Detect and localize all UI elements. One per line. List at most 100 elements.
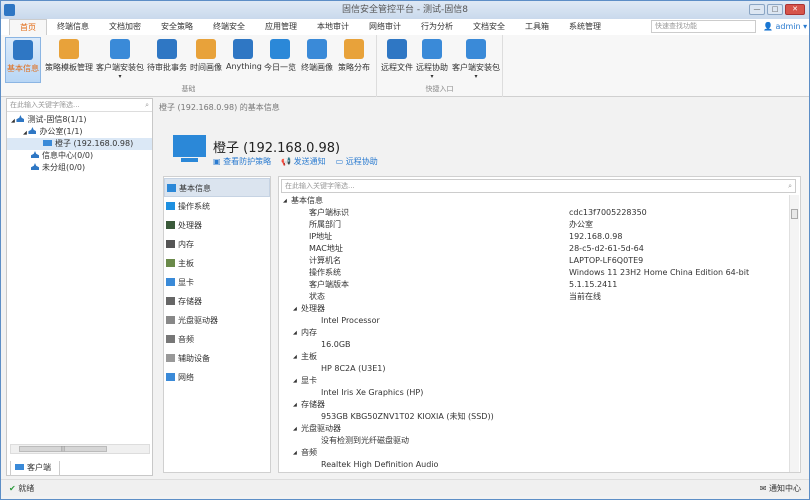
expand-arrow-icon[interactable]: ◢ [293,399,297,411]
expand-arrow-icon[interactable]: ◢ [293,327,297,339]
ribbon-button-0-2[interactable]: 客户端安装包 ▾ [95,37,145,83]
horizontal-scrollbar[interactable]: ||| [10,444,150,454]
node-label: 信息中心(0/0) [42,151,94,160]
button-label: 策略模板管理 [45,63,93,72]
property-row: 953GB KBG50ZNV1T02 KIOXIA (未知 (SSD)) [283,411,788,423]
quick-search-input[interactable]: 快速查找功能 [651,20,756,33]
chevron-down-icon: ▾ [430,73,434,80]
tree-search-input[interactable]: 在此输入关键字筛选... ⌕ [7,99,152,112]
tab-9[interactable]: 文档安全 [463,19,515,35]
view-policy-link[interactable]: ▣ 查看防护策略 [213,156,271,167]
property-key: 计算机名 [309,256,341,265]
ribbon-button-0-3[interactable]: 待审批事务 [147,37,187,83]
tab-10[interactable]: 工具箱 [515,19,559,35]
vertical-scrollbar[interactable] [789,195,799,472]
tree-node[interactable]: 未分组(0/0) [7,162,152,174]
expand-arrow-icon[interactable]: ◢ [293,375,297,387]
tab-8[interactable]: 行为分析 [411,19,463,35]
tree-node[interactable]: 信息中心(0/0) [7,150,152,162]
tab-5[interactable]: 应用管理 [255,19,307,35]
expand-arrow-icon[interactable]: ◢ [11,118,16,124]
button-label: 策略分布 [338,63,370,72]
tab-11[interactable]: 系统管理 [559,19,611,35]
expand-arrow-icon[interactable]: ◢ [293,303,297,315]
title-bar: 固信安全管控平台 - 测试-固信8 — □ ✕ [1,1,809,19]
tab-0[interactable]: 首页 [9,19,47,35]
nav-item[interactable]: 网络 [164,368,270,387]
tree-node[interactable]: 橙子 (192.168.0.98) [7,138,152,150]
ribbon-button-1-2[interactable]: 客户端安装包 ▾ [451,37,501,83]
property-row: ◢ 处理器 [283,303,788,315]
property-row: 所属部门 办公室 [283,219,788,231]
tab-6[interactable]: 本地审计 [307,19,359,35]
ribbon-button-1-0[interactable]: 远程文件 [379,37,415,83]
tab-2[interactable]: 文档加密 [99,19,151,35]
nav-item[interactable]: 基本信息 [164,178,270,197]
ribbon-button-0-4[interactable]: 时间画像 [189,37,223,83]
expand-arrow-icon[interactable]: ◢ [293,351,297,363]
expand-arrow-icon[interactable]: ◢ [293,471,297,472]
detail-search-input[interactable]: 在此输入关键字筛选... ⌕ [281,179,796,193]
nav-icon [166,297,175,305]
ribbon-button-0-7[interactable]: 终端画像 [299,37,335,83]
property-key: 辅助设备 [301,471,333,472]
nav-item[interactable]: 光盘驱动器 [164,311,270,330]
window-title: 固信安全管控平台 - 测试-固信8 [342,5,468,15]
property-key: 客户端标识 [309,208,349,217]
computer-stand [181,158,198,162]
search-icon[interactable]: ⌕ [788,180,792,192]
send-notice-link[interactable]: 📢 发送通知 [281,156,326,167]
expand-arrow-icon[interactable]: ◢ [293,447,297,459]
search-icon[interactable]: ⌕ [145,99,149,112]
nav-icon [166,221,175,229]
expand-arrow-icon[interactable]: ◢ [283,195,287,207]
property-value: 办公室 [569,220,593,229]
ribbon-button-0-6[interactable]: 今日一览 [263,37,297,83]
scroll-thumb[interactable]: ||| [19,446,107,452]
expand-arrow-icon[interactable]: ◢ [23,130,28,136]
ribbon-button-1-1[interactable]: 远程协助 ▾ [415,37,449,83]
tab-1[interactable]: 终端信息 [47,19,99,35]
nav-item[interactable]: 主板 [164,254,270,273]
nav-icon [166,259,175,267]
notification-center-button[interactable]: ✉ 通知中心 [760,480,801,497]
ribbon-button-0-0[interactable]: 基本信息 [5,37,41,83]
remote-assist-link[interactable]: ▭ 远程协助 [336,156,378,167]
user-menu[interactable]: 👤 admin ▾ [763,20,807,34]
app-window: 固信安全管控平台 - 测试-固信8 — □ ✕ 首页 终端信息 文档加密 安全策略 终端… [0,0,810,500]
tab-4[interactable]: 终端安全 [203,19,255,35]
property-row: Intel Processor [283,315,788,327]
property-row: ◢ 辅助设备 [283,471,788,472]
nav-item[interactable]: 显卡 [164,273,270,292]
button-label: 时间画像 [190,63,222,72]
tab-7[interactable]: 网络审计 [359,19,411,35]
nav-item[interactable]: 音频 [164,330,270,349]
nav-item[interactable]: 操作系统 [164,197,270,216]
nav-item[interactable]: 辅助设备 [164,349,270,368]
property-key: 953GB KBG50ZNV1T02 KIOXIA (未知 (SSD)) [321,412,494,421]
close-button[interactable]: ✕ [785,4,805,15]
ribbon-group-1: 远程文件 远程协助 ▾ 客户端安装包 ▾ 快捷入口 [377,35,503,97]
property-key: 光盘驱动器 [301,424,341,433]
node-label: 测试-固信8(1/1) [27,115,87,124]
tree-node[interactable]: ◢ 测试-固信8(1/1) [7,114,152,126]
ribbon-icon [110,39,130,59]
ribbon-button-0-5[interactable]: Anything [226,37,262,83]
tab-3[interactable]: 安全策略 [151,19,203,35]
minimize-button[interactable]: — [749,4,765,15]
tab-client[interactable]: 客户端 [10,461,60,476]
nav-item[interactable]: 处理器 [164,216,270,235]
property-row: ◢ 基本信息 [283,195,788,207]
maximize-button[interactable]: □ [767,4,783,15]
tree-node[interactable]: ◢ 办公室(1/1) [7,126,152,138]
scroll-thumb[interactable] [791,209,798,219]
nav-label: 主板 [178,259,194,268]
ribbon-icon [270,39,290,59]
ribbon-button-0-8[interactable]: 策略分布 [337,37,371,83]
property-key: 处理器 [301,304,325,313]
expand-arrow-icon[interactable]: ◢ [293,423,297,435]
property-row: 16.0GB [283,339,788,351]
ribbon-button-0-1[interactable]: 策略模板管理 [45,37,93,83]
nav-item[interactable]: 存储器 [164,292,270,311]
nav-item[interactable]: 内存 [164,235,270,254]
